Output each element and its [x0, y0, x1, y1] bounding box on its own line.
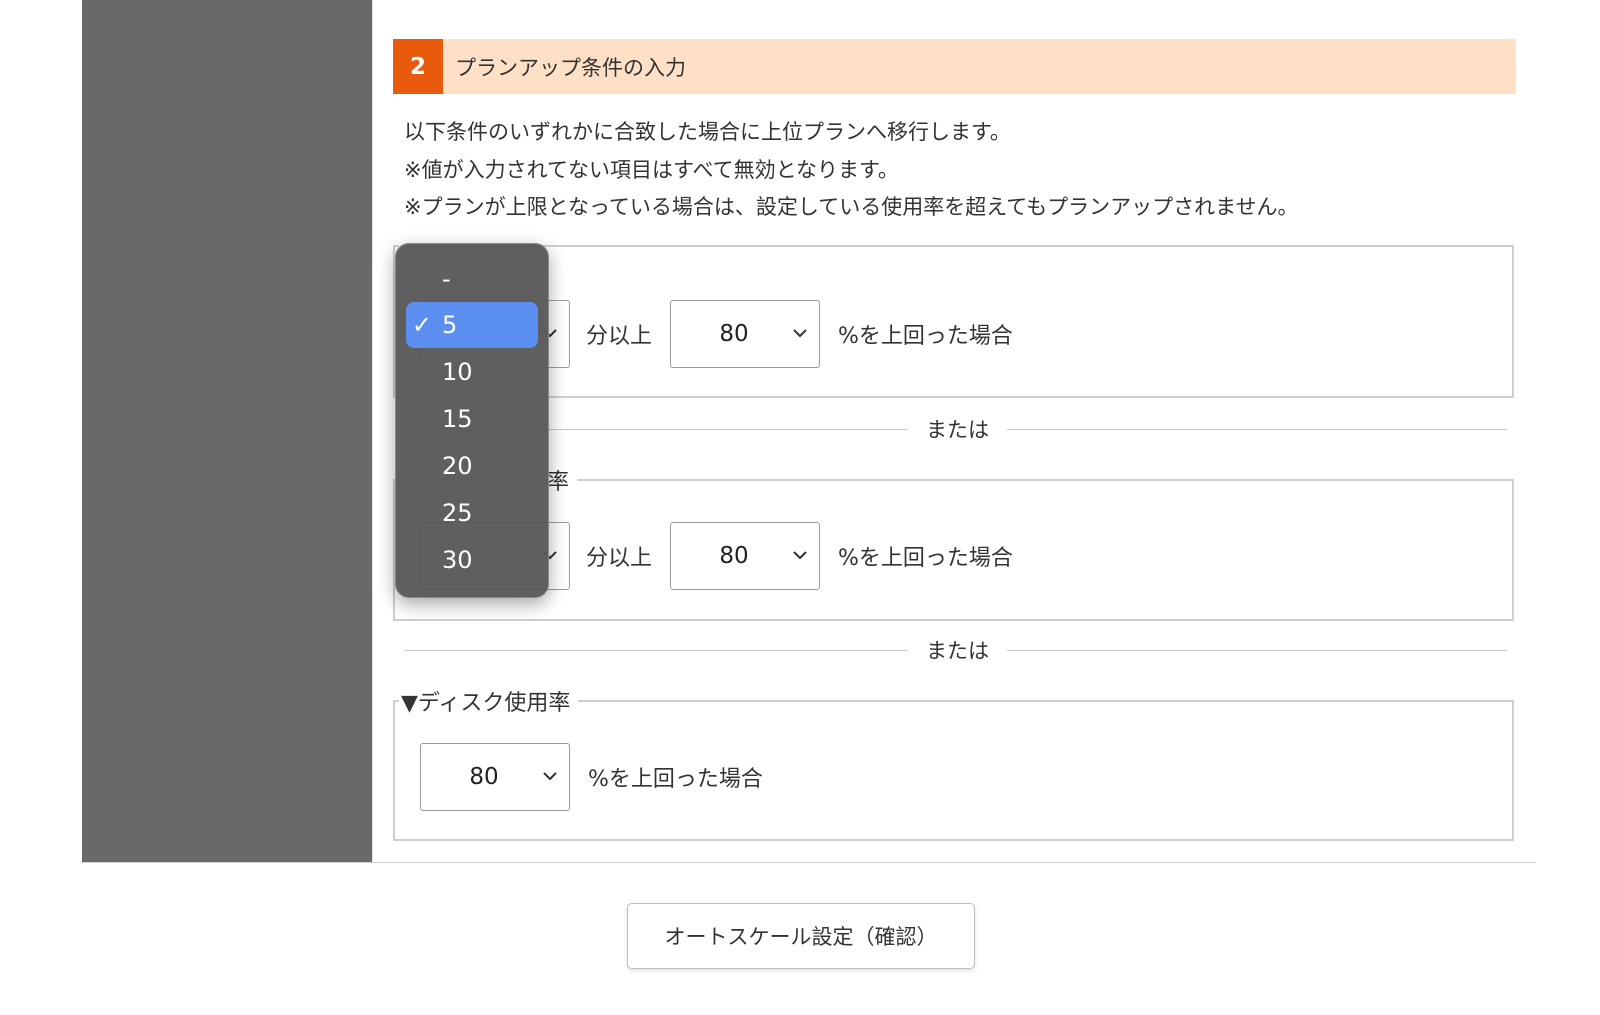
- rate-select-value: 80: [719, 543, 749, 569]
- duration-dropdown-menu: - ✓ 5 10 15 20 25 30: [395, 243, 549, 598]
- rate-select-value: 80: [469, 764, 499, 790]
- section-header: 2 プランアップ条件の入力: [393, 39, 1516, 94]
- divider-line: [1007, 428, 1507, 430]
- or-divider-2: または: [404, 635, 1507, 665]
- description: 以下条件のいずれかに合致した場合に上位プランへ移行します。 ※値が入力されてない…: [404, 114, 1299, 227]
- dropdown-option-label: 20: [442, 452, 473, 480]
- or-divider-1: または: [404, 414, 1507, 444]
- sidebar: [82, 0, 372, 862]
- duration-suffix: 分以上: [586, 324, 653, 349]
- rate-select-1[interactable]: 80: [670, 300, 821, 368]
- dropdown-option[interactable]: 10: [406, 349, 538, 395]
- checkmark-icon: ✓: [411, 311, 432, 339]
- rate-select-2[interactable]: 80: [670, 522, 821, 590]
- dropdown-option-label: 30: [442, 546, 473, 574]
- section-number: 2: [393, 39, 443, 94]
- dropdown-option-selected[interactable]: ✓ 5: [406, 302, 538, 348]
- rate-suffix: %を上回った場合: [838, 546, 1013, 571]
- dropdown-option[interactable]: 15: [406, 396, 538, 442]
- or-label: または: [926, 418, 989, 442]
- content-bottom-border: [82, 862, 1536, 863]
- autoscale-confirm-button[interactable]: オートスケール設定（確認）: [627, 903, 975, 969]
- disk-usage-legend: ▼ディスク使用率: [401, 691, 571, 716]
- description-line: 以下条件のいずれかに合致した場合に上位プランへ移行します。: [404, 120, 1011, 144]
- chevron-down-icon: [793, 551, 807, 560]
- dropdown-option-label: 5: [442, 311, 458, 339]
- dropdown-option[interactable]: 25: [406, 490, 538, 536]
- dropdown-option-label: 10: [442, 358, 473, 386]
- chevron-down-icon: [543, 772, 557, 781]
- divider-line: [404, 649, 908, 651]
- dropdown-option-label: -: [442, 265, 451, 293]
- or-label: または: [926, 639, 989, 663]
- dropdown-option-label: 15: [442, 405, 473, 433]
- dropdown-option[interactable]: 20: [406, 443, 538, 489]
- divider-line: [1007, 649, 1507, 651]
- rate-select-value: 80: [719, 321, 749, 347]
- rate-suffix: %を上回った場合: [838, 324, 1013, 349]
- condition-legend-2: 率: [547, 470, 570, 495]
- chevron-down-icon: [793, 329, 807, 338]
- description-line: ※値が入力されてない項目はすべて無効となります。: [404, 157, 899, 182]
- dropdown-option[interactable]: 30: [406, 537, 538, 583]
- content-left-border: [372, 0, 373, 862]
- dropdown-option-label: 25: [442, 499, 473, 527]
- disk-rate-select[interactable]: 80: [420, 743, 570, 811]
- description-line: ※プランが上限となっている場合は、設定している使用率を超えてもプランアップされま…: [404, 195, 1299, 219]
- dropdown-option[interactable]: -: [406, 256, 538, 302]
- rate-suffix: %を上回った場合: [588, 767, 763, 792]
- section-title: プランアップ条件の入力: [455, 55, 686, 80]
- duration-suffix: 分以上: [586, 546, 653, 571]
- condition-row-disk: 80 %を上回った場合: [420, 743, 763, 811]
